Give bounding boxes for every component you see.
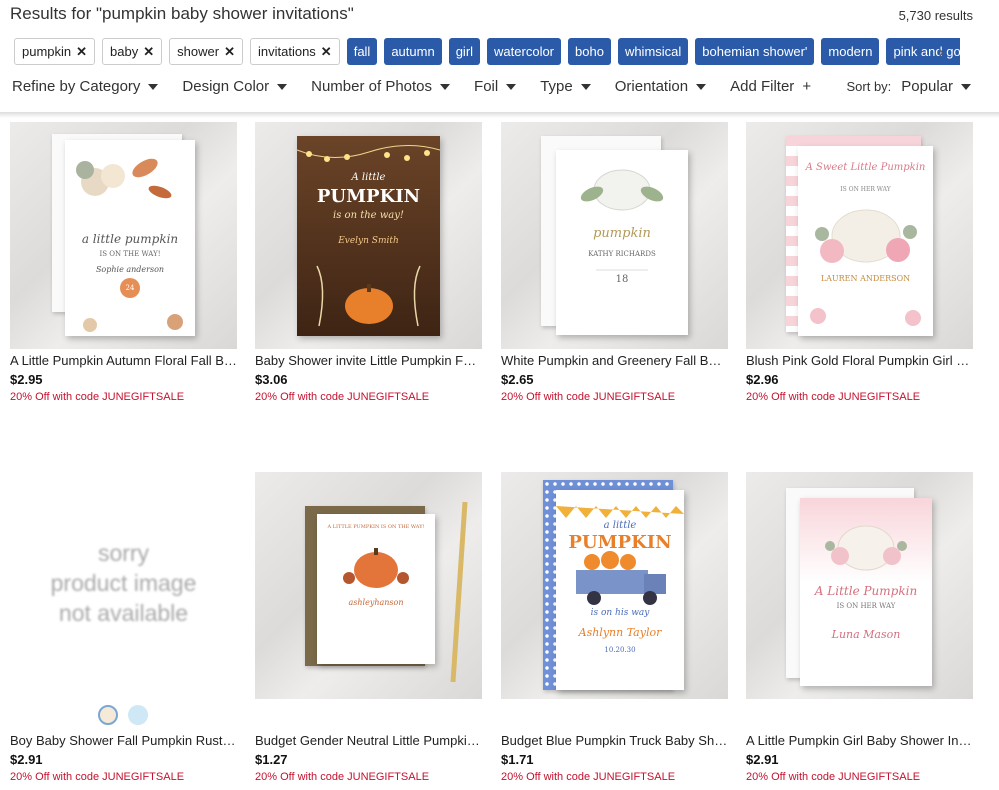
suggest-chip-bohemian-shower[interactable]: bohemian shower' bbox=[695, 38, 815, 65]
product-price: $2.96 bbox=[746, 372, 779, 387]
suggest-chip-fall[interactable]: fall bbox=[346, 38, 378, 65]
remove-icon[interactable]: ✕ bbox=[224, 44, 235, 60]
remove-icon[interactable]: ✕ bbox=[321, 44, 332, 60]
product-image[interactable]: A little PUMPKIN is on the way! Evelyn S… bbox=[255, 122, 482, 349]
product-price: $2.65 bbox=[501, 372, 534, 387]
product-title[interactable]: A Little Pumpkin Autumn Floral Fall Baby… bbox=[10, 353, 237, 369]
product-card[interactable]: A Sweet Little Pumpkin IS ON HER WAY LAU… bbox=[746, 122, 973, 403]
product-image-unavailable[interactable]: sorry product image not available bbox=[10, 472, 237, 699]
promo-text: 20% Off with code JUNEGIFTSALE bbox=[746, 771, 921, 783]
add-filter-button[interactable]: Add Filter + bbox=[730, 78, 811, 95]
product-card[interactable]: A LITTLE PUMPKIN IS ON THE WAY! ashleyha… bbox=[255, 472, 482, 783]
suggest-chip-girl[interactable]: girl bbox=[448, 38, 481, 65]
product-image[interactable]: a little pumpkin IS ON THE WAY! Sophie a… bbox=[10, 122, 237, 349]
color-swatches bbox=[98, 705, 148, 725]
promo-text: 20% Off with code JUNEGIFTSALE bbox=[501, 771, 676, 783]
filter-bar: Refine by Category Design Color Number o… bbox=[12, 78, 811, 95]
product-card[interactable]: sorry product image not available Boy Ba… bbox=[10, 472, 237, 783]
product-card[interactable]: A little PUMPKIN is on the way! Evelyn S… bbox=[255, 122, 482, 403]
placeholder-text: product image bbox=[50, 570, 197, 596]
suggest-chip-boho[interactable]: boho bbox=[568, 38, 611, 65]
suggest-chip-pink-and-gold[interactable]: pink and gold bbox=[886, 38, 960, 65]
product-price: $3.06 bbox=[255, 372, 288, 387]
sort-label: Sort by: bbox=[846, 79, 892, 94]
promo-text: 20% Off with code JUNEGIFTSALE bbox=[10, 391, 185, 403]
remove-icon[interactable]: ✕ bbox=[143, 44, 154, 60]
product-title[interactable]: Boy Baby Shower Fall Pumpkin Rustic Blue… bbox=[10, 733, 237, 749]
swatch-light-blue[interactable] bbox=[128, 705, 148, 725]
product-title[interactable]: Budget Blue Pumpkin Truck Baby Shower In… bbox=[501, 733, 728, 749]
caret-down-icon bbox=[961, 83, 971, 90]
remove-icon[interactable]: ✕ bbox=[76, 44, 87, 60]
chip-pumpkin[interactable]: pumpkin ✕ bbox=[14, 38, 96, 65]
header-divider bbox=[0, 112, 999, 118]
product-title[interactable]: Blush Pink Gold Floral Pumpkin Girl Baby… bbox=[746, 353, 973, 369]
product-price: $1.71 bbox=[501, 752, 534, 767]
suggest-chip-whimsical[interactable]: whimsical bbox=[617, 38, 689, 65]
results-count: 5,730 results bbox=[898, 8, 973, 23]
product-title[interactable]: A Little Pumpkin Girl Baby Shower Invita… bbox=[746, 733, 973, 749]
filter-number-of-photos[interactable]: Number of Photos bbox=[311, 78, 451, 95]
promo-text: 20% Off with code JUNEGIFTSALE bbox=[746, 391, 921, 403]
product-title[interactable]: Budget Gender Neutral Little Pumpkin Bab… bbox=[255, 733, 482, 749]
sort-control: Sort by: Popular bbox=[846, 78, 971, 95]
placeholder-text: sorry bbox=[97, 540, 150, 566]
filter-refine-by-category[interactable]: Refine by Category bbox=[12, 78, 159, 95]
plus-icon: + bbox=[802, 78, 812, 95]
chip-shower[interactable]: shower ✕ bbox=[169, 38, 243, 65]
suggest-chip-autumn[interactable]: autumn bbox=[384, 38, 442, 65]
product-card[interactable]: pumpkin KATHY RICHARDS 18 White Pumpkin … bbox=[501, 122, 728, 403]
caret-down-icon bbox=[580, 83, 591, 90]
chevron-right-icon[interactable]: › bbox=[938, 42, 944, 63]
caret-down-icon bbox=[277, 83, 288, 90]
product-title[interactable]: Baby Shower invite Little Pumpkin Fall w… bbox=[255, 353, 482, 369]
promo-text: 20% Off with code JUNEGIFTSALE bbox=[255, 391, 430, 403]
product-image[interactable]: pumpkin KATHY RICHARDS 18 bbox=[501, 122, 728, 349]
filter-orientation[interactable]: Orientation bbox=[615, 78, 707, 95]
swatch-cream[interactable] bbox=[98, 705, 118, 725]
placeholder-text: not available bbox=[58, 600, 189, 626]
product-image[interactable]: A Sweet Little Pumpkin IS ON HER WAY LAU… bbox=[746, 122, 973, 349]
chip-baby[interactable]: baby ✕ bbox=[102, 38, 163, 65]
product-card[interactable]: a little pumpkin IS ON THE WAY! Sophie a… bbox=[10, 122, 237, 403]
caret-down-icon bbox=[440, 83, 451, 90]
sort-dropdown[interactable]: Popular bbox=[901, 78, 971, 95]
chip-invitations[interactable]: invitations ✕ bbox=[249, 38, 340, 65]
filter-foil[interactable]: Foil bbox=[474, 78, 517, 95]
suggest-chip-watercolor[interactable]: watercolor bbox=[487, 38, 562, 65]
search-chips-bar: pumpkin ✕ baby ✕ shower ✕ invitations ✕ fall… bbox=[14, 38, 960, 66]
product-image[interactable]: A Little Pumpkin IS ON HER WAY Luna Maso… bbox=[746, 472, 973, 699]
product-image[interactable]: a little PUMPKIN is on his way Ashlynn T… bbox=[501, 472, 728, 699]
product-price: $2.95 bbox=[10, 372, 43, 387]
product-image[interactable]: A LITTLE PUMPKIN IS ON THE WAY! ashleyha… bbox=[255, 472, 482, 699]
product-card[interactable]: a little PUMPKIN is on his way Ashlynn T… bbox=[501, 472, 728, 783]
promo-text: 20% Off with code JUNEGIFTSALE bbox=[501, 391, 676, 403]
product-title[interactable]: White Pumpkin and Greenery Fall Baby Sho… bbox=[501, 353, 728, 369]
product-price: $2.91 bbox=[10, 752, 43, 767]
caret-down-icon bbox=[506, 83, 517, 90]
caret-down-icon bbox=[148, 83, 159, 90]
filter-type[interactable]: Type bbox=[540, 78, 591, 95]
product-price: $2.91 bbox=[746, 752, 779, 767]
promo-text: 20% Off with code JUNEGIFTSALE bbox=[10, 771, 185, 783]
promo-text: 20% Off with code JUNEGIFTSALE bbox=[255, 771, 430, 783]
product-price: $1.27 bbox=[255, 752, 288, 767]
suggest-chip-modern[interactable]: modern bbox=[821, 38, 880, 65]
filter-design-color[interactable]: Design Color bbox=[182, 78, 288, 95]
results-title: Results for "pumpkin baby shower invitat… bbox=[10, 4, 354, 23]
product-card[interactable]: A Little Pumpkin IS ON HER WAY Luna Maso… bbox=[746, 472, 973, 783]
caret-down-icon bbox=[696, 83, 707, 90]
